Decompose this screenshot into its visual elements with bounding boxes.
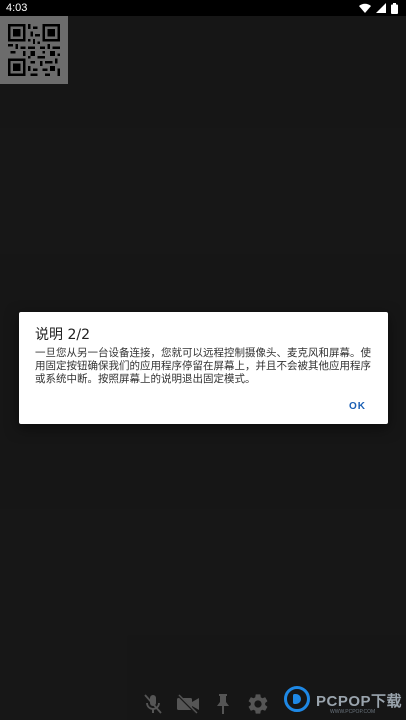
status-icons [359, 2, 398, 14]
mic-toggle-button[interactable] [140, 690, 165, 718]
dialog-message: 一旦您从另一台设备连接，您就可以远程控制摄像头、麦克风和屏幕。使用固定按钮确保我… [35, 347, 371, 385]
pin-icon [216, 694, 229, 714]
watermark-logo: PCPOP下载 WWW.PCPOP.COM [282, 684, 406, 720]
wifi-icon [359, 3, 371, 13]
status-bar: 4:03 [0, 0, 406, 16]
signal-icon [376, 3, 386, 13]
settings-button[interactable] [245, 690, 270, 718]
pin-button[interactable] [210, 690, 235, 718]
ok-button[interactable]: OK [349, 401, 366, 412]
pcpop-logo-icon [284, 686, 310, 712]
bottom-toolbar [140, 688, 270, 720]
camera-toggle-button[interactable] [175, 690, 200, 718]
battery-icon [391, 2, 398, 14]
watermark-text: PCPOP下载 [316, 693, 403, 710]
watermark-subtext: WWW.PCPOP.COM [330, 709, 376, 715]
dialog-title: 说明 2/2 [35, 327, 90, 343]
instruction-dialog: 说明 2/2 一旦您从另一台设备连接，您就可以远程控制摄像头、麦克风和屏幕。使用… [19, 312, 388, 424]
gear-icon [248, 694, 267, 714]
status-time: 4:03 [6, 2, 28, 14]
camera-off-icon [176, 694, 199, 714]
mic-off-icon [143, 694, 162, 714]
